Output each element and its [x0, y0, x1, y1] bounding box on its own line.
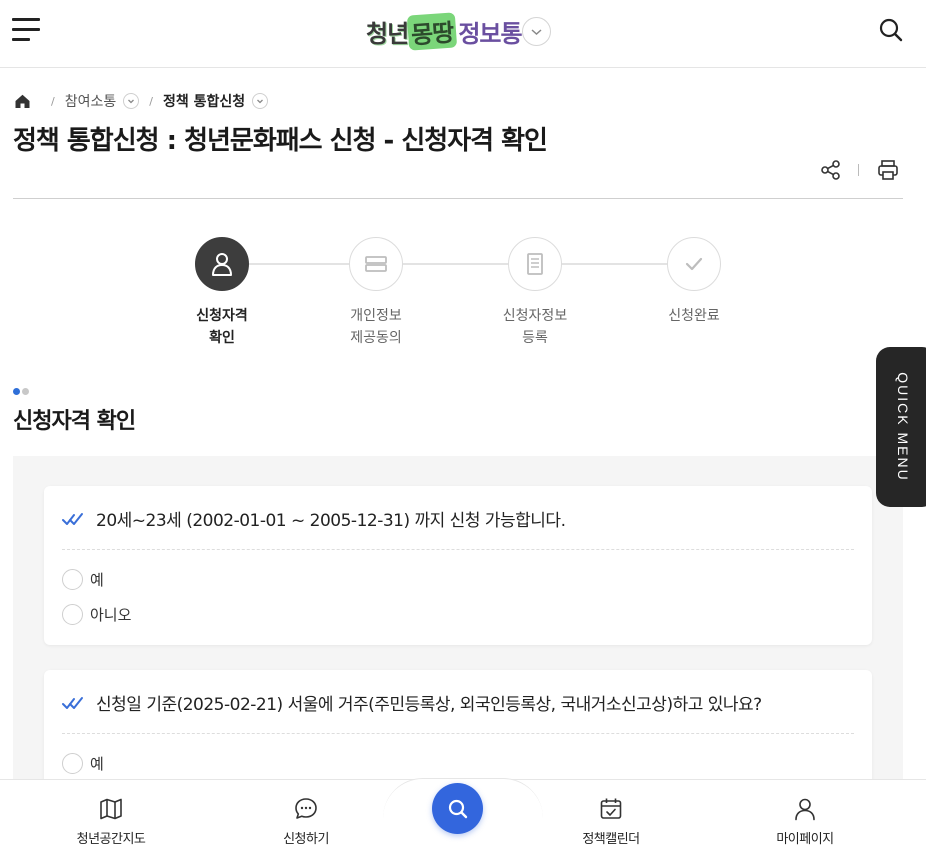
- option-yes[interactable]: 예: [62, 753, 104, 774]
- breadcrumb-dropdown-button[interactable]: [123, 93, 140, 109]
- nav-label: 마이페이지: [776, 832, 834, 847]
- question-text: 20세~23세 (2002-01-01 ~ 2005-12-31) 까지 신청 …: [96, 511, 566, 531]
- dot-inactive: [22, 388, 29, 395]
- radio-button[interactable]: [62, 753, 83, 774]
- search-fab-button[interactable]: [432, 783, 483, 834]
- step-label: 신청완료: [668, 308, 720, 324]
- dot-active: [13, 388, 20, 395]
- double-check-icon: [62, 696, 83, 709]
- logo-part3: 정보통: [458, 19, 522, 48]
- site-logo[interactable]: 청년 몽땅 정보통: [366, 11, 523, 51]
- calendar-icon: [600, 798, 622, 819]
- breadcrumb-item-current[interactable]: 정책 통합신청: [163, 91, 245, 111]
- title-divider: [13, 198, 903, 199]
- step-circle: [508, 237, 562, 291]
- nav-item-apply[interactable]: 신청하기: [246, 796, 366, 847]
- step-consent: 개인정보 제공동의: [316, 237, 436, 349]
- quick-menu-button[interactable]: QUICK MENU: [876, 347, 926, 507]
- header: 청년 몽땅 정보통: [0, 0, 926, 68]
- option-label: 예: [90, 755, 104, 773]
- step-label: 신청자정보 등록: [502, 308, 568, 346]
- nav-item-policy-calendar[interactable]: 정책캘린더: [551, 796, 671, 847]
- print-icon[interactable]: [876, 158, 900, 182]
- nav-label: 신청하기: [283, 832, 329, 847]
- question-card: 20세~23세 (2002-01-01 ~ 2005-12-31) 까지 신청 …: [44, 486, 872, 645]
- step-circle: [667, 237, 721, 291]
- search-icon[interactable]: [878, 17, 904, 43]
- chevron-down-icon: [128, 99, 135, 104]
- card-icon: [365, 256, 387, 272]
- breadcrumb: / 참여소통 / 정책 통합신청: [14, 90, 269, 112]
- step-register: 신청자정보 등록: [475, 237, 595, 349]
- breadcrumb-dropdown-button[interactable]: [252, 93, 269, 109]
- step-label: 신청자격 확인: [196, 308, 248, 346]
- question-heading: 20세~23세 (2002-01-01 ~ 2005-12-31) 까지 신청 …: [62, 506, 566, 531]
- user-icon: [795, 798, 815, 821]
- hamburger-icon[interactable]: [12, 18, 42, 44]
- radio-button[interactable]: [62, 604, 83, 625]
- nav-label: 정책캘린더: [582, 832, 640, 847]
- option-label: 예: [90, 571, 104, 589]
- person-icon: [212, 253, 232, 276]
- breadcrumb-item-participation[interactable]: 참여소통: [65, 91, 117, 111]
- section-title: 신청자격 확인: [13, 409, 136, 434]
- breadcrumb-separator: /: [51, 94, 55, 108]
- document-icon: [527, 253, 543, 275]
- question-divider: [62, 733, 854, 734]
- step-circle: [349, 237, 403, 291]
- section-dots: [13, 388, 29, 395]
- double-check-icon: [62, 512, 83, 525]
- chevron-down-icon: [257, 99, 264, 104]
- check-icon: [685, 257, 703, 271]
- step-label: 개인정보 제공동의: [350, 308, 402, 346]
- nav-item-mypage[interactable]: 마이페이지: [745, 796, 865, 847]
- logo-part2: 몽땅: [407, 11, 458, 51]
- search-icon: [448, 799, 467, 818]
- breadcrumb-separator: /: [149, 94, 153, 108]
- nav-item-space-map[interactable]: 청년공간지도: [51, 796, 171, 847]
- radio-button[interactable]: [62, 569, 83, 590]
- question-divider: [62, 549, 854, 550]
- option-yes[interactable]: 예: [62, 569, 104, 590]
- quick-menu-label: QUICK MENU: [895, 372, 911, 482]
- question-heading: 신청일 기준(2025-02-21) 서울에 거주(주민등록상, 외국인등록상,…: [62, 690, 762, 715]
- home-icon[interactable]: [14, 93, 31, 109]
- toolbar-separator: [858, 164, 859, 176]
- chat-icon: [295, 798, 317, 819]
- step-complete: 신청완료: [634, 237, 754, 327]
- chevron-down-icon: [531, 29, 542, 36]
- share-icon[interactable]: [820, 159, 842, 181]
- nav-label: 청년공간지도: [76, 832, 146, 847]
- map-icon: [100, 798, 122, 820]
- question-text: 신청일 기준(2025-02-21) 서울에 거주(주민등록상, 외국인등록상,…: [96, 695, 762, 715]
- page-title: 정책 통합신청 : 청년문화패스 신청 - 신청자격 확인: [13, 126, 548, 156]
- logo-part1: 청년: [366, 19, 409, 48]
- option-label: 아니오: [90, 606, 132, 624]
- site-dropdown-button[interactable]: [522, 17, 551, 46]
- option-no[interactable]: 아니오: [62, 604, 131, 625]
- step-eligibility: 신청자격 확인: [162, 237, 282, 349]
- step-circle: [195, 237, 249, 291]
